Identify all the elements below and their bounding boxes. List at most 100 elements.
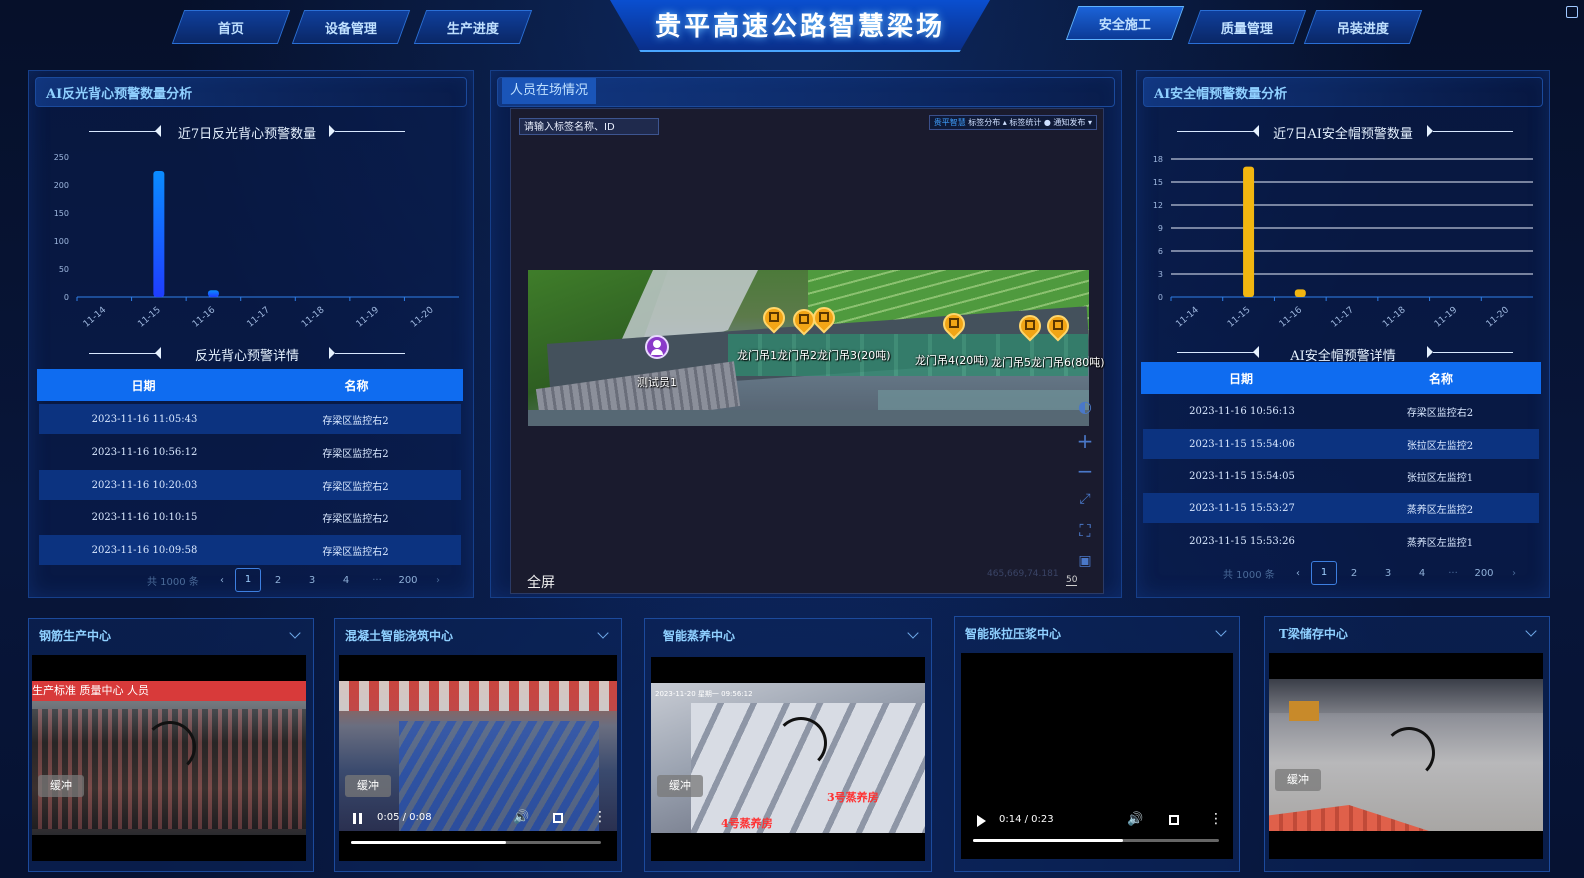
fullscreen-button[interactable]: 全屏 [527, 572, 555, 592]
crane-marker-icon[interactable] [758, 302, 790, 335]
chevron-down-icon[interactable] [289, 627, 301, 639]
window-icon[interactable] [1566, 6, 1578, 18]
page-200[interactable]: 200 [1467, 568, 1501, 579]
y-tick-label: 18 [1153, 155, 1163, 164]
page-title: 贵平高速公路智慧梁场 [654, 12, 945, 42]
next-page-icon[interactable]: › [1501, 568, 1527, 579]
locate-icon[interactable]: ▣ [1075, 553, 1095, 569]
table-row[interactable]: 2023-11-16 10:56:12 存梁区监控右2 [39, 437, 461, 467]
x-tick-label: 11-17 [245, 305, 271, 329]
map-view[interactable]: 请输入标签名称、ID 贵平智慧 标签分布 ▴ 标签统计 ● 通知发布 ▾ 测试员… [510, 108, 1105, 594]
chart-bar [1294, 289, 1306, 297]
fit-view-icon[interactable]: ⛶ [1075, 521, 1095, 541]
page-4[interactable]: 4 [1405, 568, 1439, 579]
video-player[interactable]: 生产标准 质量中心 人员 缓冲 [32, 655, 306, 861]
video-player[interactable]: 缓冲 [1269, 653, 1543, 859]
nav-device[interactable]: 设备管理 [291, 10, 411, 44]
play-icon[interactable] [977, 815, 986, 827]
vest-chart-title: 近7日反光背心预警数量 [177, 127, 317, 142]
video-panel-tbeam: T梁储存中心 缓冲 [1264, 616, 1550, 872]
page-2[interactable]: 2 [261, 575, 295, 586]
video-panel-concrete: 混凝土智能浇筑中心 缓冲 0:05 / 0:08 🔊 ⋮ [334, 618, 622, 872]
table-row[interactable]: 2023-11-16 10:20:03 存梁区监控右2 [39, 470, 461, 500]
compass-icon[interactable]: ◐ [1075, 397, 1095, 416]
video-controls: 0:14 / 0:23 🔊 ⋮ [961, 807, 1233, 837]
table-row[interactable]: 2023-11-15 15:53:26 蒸养区左监控1 [1143, 526, 1539, 556]
page-2[interactable]: 2 [1337, 568, 1371, 579]
chevron-down-icon[interactable] [597, 627, 609, 639]
video-player[interactable]: 缓冲 0:05 / 0:08 🔊 ⋮ [339, 655, 617, 861]
x-tick-label: 11-16 [191, 305, 218, 330]
volume-icon[interactable]: 🔊 [513, 810, 529, 825]
table-row[interactable]: 2023-11-16 11:05:43 存梁区监控右2 [39, 404, 461, 434]
page-3[interactable]: 3 [295, 575, 329, 586]
crane-marker-icon[interactable] [1042, 310, 1074, 343]
more-options-icon[interactable]: ⋮ [593, 809, 607, 825]
table-row[interactable]: 2023-11-16 10:10:15 存梁区监控右2 [39, 502, 461, 532]
helmet-panel: AI安全帽预警数量分析 近7日AI安全帽预警数量 0 3 6 9 12 15 18 11-14… [1136, 70, 1550, 598]
fullscreen-icon[interactable] [1169, 815, 1179, 825]
next-page-icon[interactable]: › [425, 575, 451, 586]
expand-icon[interactable]: ⤢ [1075, 491, 1095, 507]
vest-detail-title: 反光背心预警详情 [194, 349, 299, 364]
y-tick-label: 150 [54, 209, 69, 218]
helmet-chart: 0 3 6 9 12 15 18 11-14 11-15 11-16 11-17 11-18 11-19… [1153, 155, 1533, 330]
person-label: 测试员1 [637, 376, 677, 389]
map-scale: 50 [1066, 575, 1078, 586]
video-progress-bar[interactable] [973, 839, 1219, 842]
page-ellipsis[interactable]: ··· [1439, 568, 1467, 579]
nav-quality[interactable]: 质量管理 [1187, 10, 1307, 44]
x-tick-label: 11-17 [1329, 305, 1355, 329]
more-options-icon[interactable]: ⋮ [1209, 811, 1223, 827]
zoom-in-icon[interactable]: + [1075, 429, 1095, 453]
table-row[interactable]: 2023-11-15 15:53:27 蒸养区左监控2 [1143, 493, 1539, 523]
page-ellipsis[interactable]: ··· [363, 575, 391, 586]
x-tick-label: 11-19 [1433, 305, 1460, 330]
video-player[interactable]: 0:14 / 0:23 🔊 ⋮ [961, 653, 1233, 859]
loading-spinner-icon [1383, 727, 1435, 779]
page-1[interactable]: 1 [1311, 561, 1337, 585]
nav-home[interactable]: 首页 [171, 10, 291, 44]
tab-personnel[interactable]: 人员在场情况 [502, 78, 597, 104]
prev-page-icon[interactable]: ‹ [209, 575, 235, 586]
page-200[interactable]: 200 [391, 575, 425, 586]
zoom-out-icon[interactable]: − [1075, 459, 1095, 483]
page-3[interactable]: 3 [1371, 568, 1405, 579]
crane-marker-icon[interactable] [1014, 310, 1046, 343]
x-tick-label: 11-18 [1381, 305, 1408, 330]
video-player[interactable]: 2023-11-20 星期一 09:56:12 4号蒸养房 3号蒸养房 缓冲 [651, 657, 925, 861]
map-toolbar[interactable]: 贵平智慧 标签分布 ▴ 标签统计 ● 通知发布 ▾ [928, 115, 1097, 130]
vest-chart: 0 50 100 150 200 250 11-14 11-15 11-16 11-17 11-18… [54, 153, 459, 330]
x-tick-label: 11-19 [355, 305, 382, 330]
video-panel-rebar: 钢筋生产中心 生产标准 质量中心 人员 缓冲 [28, 618, 314, 872]
volume-icon[interactable]: 🔊 [1127, 812, 1143, 827]
crane-marker-icon[interactable] [808, 302, 840, 335]
loading-spinner-icon [144, 721, 196, 773]
crane-marker-icon[interactable] [788, 304, 820, 337]
table-row[interactable]: 2023-11-15 15:54:06 张拉区左监控2 [1143, 429, 1539, 459]
tag-search-input[interactable]: 请输入标签名称、ID [519, 118, 659, 135]
crane-group-label: 龙门吊5龙门吊6(80吨) [991, 356, 1105, 369]
nav-progress[interactable]: 生产进度 [413, 10, 533, 44]
chevron-down-icon[interactable] [1525, 625, 1537, 637]
chevron-down-icon[interactable] [1215, 625, 1227, 637]
page-1[interactable]: 1 [235, 568, 261, 592]
loading-spinner-icon [775, 717, 827, 769]
table-row[interactable]: 2023-11-16 10:56:13 存梁区监控右2 [1143, 396, 1539, 426]
y-tick-label: 50 [59, 265, 69, 274]
video-progress-bar[interactable] [351, 841, 601, 844]
nav-hoisting[interactable]: 吊装进度 [1303, 10, 1423, 44]
pause-icon[interactable] [353, 813, 362, 824]
prev-page-icon[interactable]: ‹ [1285, 568, 1311, 579]
person-marker-icon[interactable] [645, 335, 669, 359]
page-4[interactable]: 4 [329, 575, 363, 586]
y-tick-label: 250 [54, 153, 69, 162]
vest-table-header: 日期 名称 [37, 369, 463, 401]
chart-bar [153, 171, 165, 297]
table-row[interactable]: 2023-11-15 15:54:05 张拉区左监控1 [1143, 461, 1539, 491]
nav-safety[interactable]: 安全施工 [1065, 6, 1185, 40]
table-row[interactable]: 2023-11-16 10:09:58 存梁区监控右2 [39, 535, 461, 565]
crane-marker-icon[interactable] [938, 308, 970, 341]
fullscreen-icon[interactable] [553, 813, 563, 823]
chevron-down-icon[interactable] [907, 627, 919, 639]
